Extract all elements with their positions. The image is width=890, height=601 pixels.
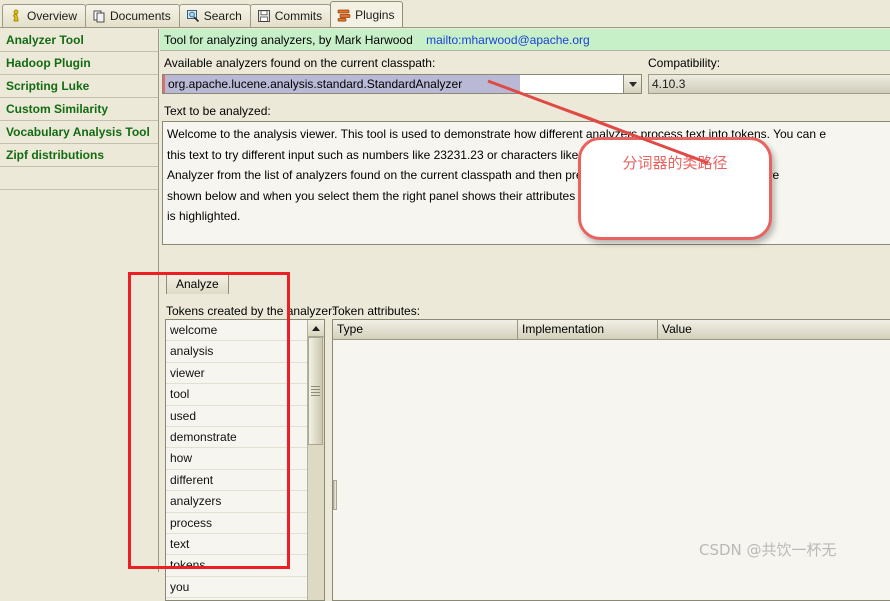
list-item[interactable]: you [166,577,307,599]
token-attributes-label: Token attributes: [332,304,421,318]
annotation-highlight-box [128,272,290,569]
tab-plugins[interactable]: Plugins [330,1,404,27]
sidebar-item-label: Hadoop Plugin [6,56,91,70]
analyzer-select-value: org.apache.lucene.analysis.standard.Stan… [163,75,623,93]
column-header-implementation[interactable]: Implementation [518,320,658,339]
tab-plugins-label: Plugins [355,7,395,22]
sidebar-empty-row [0,167,158,190]
sidebar-item-custom-similarity[interactable]: Custom Similarity [0,98,158,121]
plugins-icon [337,9,351,21]
tab-overview[interactable]: Overview [2,4,87,27]
compatibility-value: 4.10.3 [649,75,890,93]
tab-overview-label: Overview [27,9,78,23]
column-header-type[interactable]: Type [333,320,518,339]
author-mail-link[interactable]: mailto:mharwood@apache.org [426,33,590,47]
sidebar-item-analyzer-tool[interactable]: Analyzer Tool [0,29,158,52]
sidebar-item-label: Analyzer Tool [6,33,84,47]
token-list-scrollbar[interactable] [307,320,324,600]
compatibility-select[interactable]: 4.10.3 [648,74,890,94]
text-line: is highlighted. [167,209,241,223]
search-icon [186,10,199,23]
table-header-row: Type Implementation Value [333,320,890,340]
luke-plugins-window: Overview Documents Search Commits Plugin… [0,0,890,601]
sidebar-item-label: Custom Similarity [6,102,109,116]
annotation-callout: 分词器的类路径 [578,137,772,240]
sidebar-item-vocabulary-analysis-tool[interactable]: Vocabulary Analysis Tool [0,121,158,144]
tab-documents[interactable]: Documents [85,4,180,27]
plugin-banner-text: Tool for analyzing analyzers, by Mark Ha… [164,33,413,47]
text-line: this text to try different input such as… [167,147,745,162]
sidebar-item-label: Zipf distributions [6,148,104,162]
floppy-disk-icon [257,10,270,22]
available-analyzers-label: Available analyzers found on the current… [164,56,436,70]
sidebar-item-label: Scripting Luke [6,79,90,93]
text-line: shown below and when you select them the… [167,188,765,203]
tab-search-label: Search [203,9,242,23]
tab-commits-label: Commits [274,9,323,23]
person-icon [13,9,19,22]
analyzer-select[interactable]: org.apache.lucene.analysis.standard.Stan… [162,74,642,94]
sidebar-item-hadoop-plugin[interactable]: Hadoop Plugin [0,52,158,75]
sidebar-item-zipf-distributions[interactable]: Zipf distributions [0,144,158,167]
text-line: Analyzer from the list of analyzers foun… [167,168,780,182]
text-to-analyze-input[interactable]: Welcome to the analysis viewer. This too… [162,121,890,245]
watermark-label: CSDN @共饮一杯无 [699,541,837,559]
plugin-banner: Tool for analyzing analyzers, by Mark Ha… [160,29,890,51]
compatibility-label: Compatibility: [648,56,721,70]
attributes-scroll-indicator[interactable] [333,480,337,510]
main-tabbar: Overview Documents Search Commits Plugin… [0,0,890,28]
chevron-down-icon[interactable] [623,75,641,93]
tab-commits[interactable]: Commits [249,4,332,27]
text-line: Welcome to the analysis viewer. This too… [167,127,827,141]
text-to-analyze-label: Text to be analyzed: [164,104,271,118]
documents-icon [93,10,105,23]
scrollbar-thumb[interactable] [308,337,323,445]
tab-documents-label: Documents [110,9,171,23]
sidebar-item-label: Vocabulary Analysis Tool [6,125,150,139]
scroll-up-arrow-icon[interactable] [308,320,324,337]
tab-search[interactable]: Search [178,4,251,27]
annotation-callout-text: 分词器的类路径 [622,154,728,172]
column-header-value[interactable]: Value [658,320,890,339]
sidebar-item-scripting-luke[interactable]: Scripting Luke [0,75,158,98]
scrollbar-grip-icon [311,384,320,398]
